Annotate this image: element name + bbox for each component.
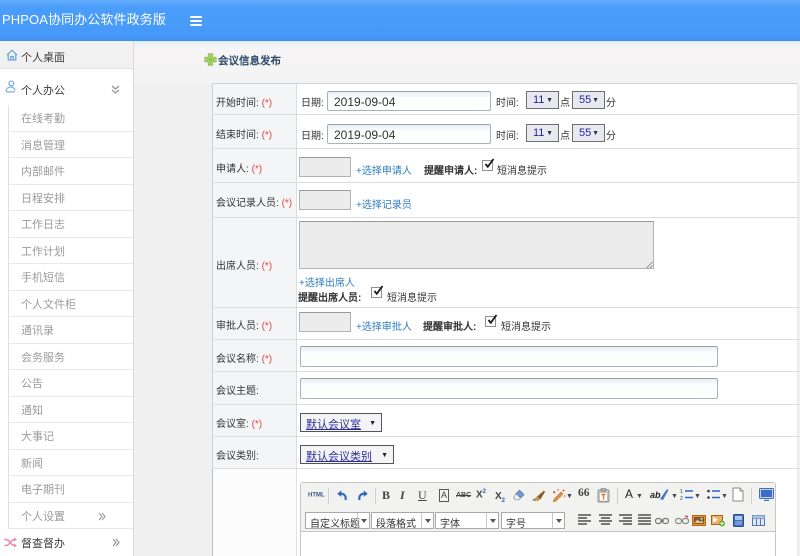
svg-text:2: 2 bbox=[680, 496, 683, 501]
svg-text:1: 1 bbox=[680, 489, 683, 495]
